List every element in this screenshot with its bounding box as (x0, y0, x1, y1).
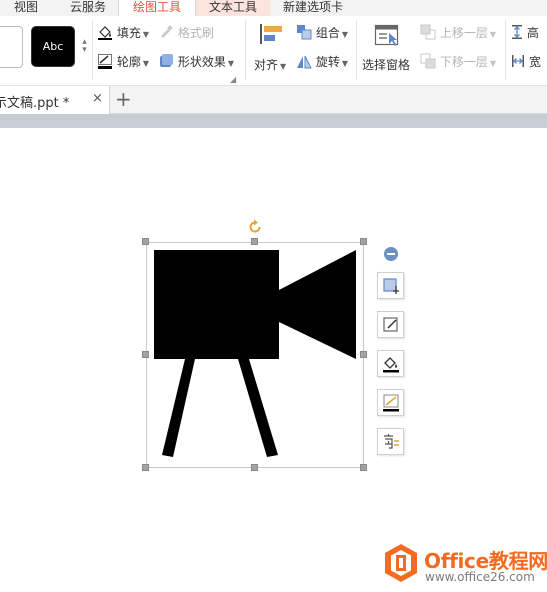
caret-down-icon: ▼ (142, 59, 149, 68)
group-button[interactable]: 组合 ▼ (296, 24, 348, 43)
outline-button[interactable]: 轮廓 ▼ (97, 53, 149, 72)
shape-effects-label: 形状效果 (177, 55, 226, 69)
ribbon-divider (356, 20, 357, 80)
text-wrap-button[interactable] (377, 428, 404, 455)
crop-shape-button[interactable] (377, 272, 404, 299)
rotate-label: 旋转 (315, 55, 340, 69)
width-icon (512, 55, 524, 67)
rotate-button[interactable]: 旋转 ▼ (296, 53, 348, 72)
resize-handle-right[interactable] (360, 351, 367, 358)
shape-style-icon (383, 317, 398, 332)
caret-down-icon: ▼ (489, 59, 496, 68)
chevron-down-icon: ▾ (82, 45, 87, 55)
new-tab-plus-icon[interactable]: + (115, 87, 132, 111)
watermark-url: www.office26.com (425, 570, 535, 584)
shape-effects-icon (160, 54, 173, 67)
menu-bar: 视图 云服务 绘图工具 文本工具 新建选项卡 (0, 0, 547, 16)
watermark: Office教程网 www.office26.com (383, 541, 547, 587)
resize-handle-top-left[interactable] (142, 238, 149, 245)
document-tab-bar: 示文稿.ppt * × + (0, 86, 547, 114)
ribbon-drawing-tools: Abc ▴ ▾ 填充 ▼ 格式刷 轮廓 ▼ 形状效果 ▼ ◢ 对齐 ▼ 组合 ▼… (0, 16, 547, 86)
align-button[interactable]: 对齐 ▼ (252, 22, 288, 80)
fill-bucket-icon (98, 26, 112, 40)
outline-label: 轮廓 (116, 55, 141, 69)
width-field[interactable]: 宽 (511, 53, 541, 70)
resize-handle-left[interactable] (142, 351, 149, 358)
group-icon (297, 25, 312, 40)
shape-style-swatch-white[interactable] (0, 26, 23, 68)
align-label: 对齐 (254, 58, 279, 72)
fill-button[interactable]: 填充 ▼ (97, 24, 149, 43)
resize-handle-top[interactable] (251, 238, 258, 245)
bring-forward-label: 上移一层 (439, 26, 488, 40)
fill-bucket-icon (383, 357, 399, 373)
tab-cloud-service[interactable]: 云服务 (64, 0, 112, 16)
send-backward-button[interactable]: 下移一层 ▼ (420, 53, 496, 72)
rotate-handle-icon[interactable] (247, 219, 263, 235)
selection-frame (146, 242, 364, 468)
shape-effects-button[interactable]: 形状效果 ▼ (158, 53, 234, 72)
outline-pen-icon (383, 394, 399, 412)
outline-pen-icon (98, 54, 112, 69)
text-wrap-icon (384, 434, 399, 449)
document-tab-label: 示文稿.ppt * (0, 96, 70, 111)
format-painter-icon (161, 25, 173, 38)
caret-down-icon: ▼ (489, 30, 496, 39)
height-label: 高 (526, 26, 539, 40)
shape-style-button[interactable] (377, 311, 404, 338)
send-backward-icon (420, 53, 436, 69)
caret-down-icon: ▼ (341, 59, 348, 68)
document-tab[interactable]: 示文稿.ppt * × (0, 86, 110, 114)
resize-handle-bottom-right[interactable] (360, 464, 367, 471)
tab-drawing-tools[interactable]: 绘图工具 (118, 0, 196, 16)
format-painter-button[interactable]: 格式刷 (158, 24, 214, 41)
resize-handle-bottom[interactable] (251, 464, 258, 471)
selection-pane-button[interactable]: 选择窗格 (362, 22, 414, 80)
height-icon (512, 25, 522, 39)
selection-pane-icon (374, 24, 399, 46)
tab-view[interactable]: 视图 (8, 0, 44, 16)
style-gallery-more-button[interactable]: ▴ ▾ (78, 38, 91, 56)
shape-outline-button[interactable] (377, 389, 404, 416)
resize-handle-bottom-left[interactable] (142, 464, 149, 471)
office-logo-icon (385, 544, 417, 582)
close-icon[interactable]: × (92, 91, 103, 106)
bring-forward-button[interactable]: 上移一层 ▼ (420, 24, 496, 43)
shape-fill-button[interactable] (377, 350, 404, 377)
crop-shape-icon (383, 278, 399, 294)
group-label: 组合 (315, 26, 340, 40)
caret-down-icon: ▼ (280, 62, 287, 71)
caret-down-icon: ▼ (341, 30, 348, 39)
height-field[interactable]: 高 (511, 24, 539, 41)
shape-style-swatch-black[interactable]: Abc (31, 26, 75, 67)
fill-label: 填充 (116, 26, 141, 40)
bring-forward-icon (420, 24, 436, 40)
wps-presentation-window: 视图 云服务 绘图工具 文本工具 新建选项卡 Abc ▴ ▾ 填充 ▼ 格式刷 … (0, 0, 547, 592)
width-label: 宽 (528, 55, 541, 69)
collapse-toolbar-icon[interactable] (384, 247, 398, 261)
selection-pane-label: 选择窗格 (362, 58, 411, 72)
caret-down-icon: ▼ (142, 30, 149, 39)
slide-area-top-border (0, 114, 547, 128)
rotate-icon (297, 55, 312, 69)
ribbon-divider (505, 20, 506, 80)
align-icon (260, 24, 282, 44)
format-painter-label: 格式刷 (177, 26, 214, 40)
tab-text-tools[interactable]: 文本工具 (196, 0, 270, 16)
ribbon-divider (92, 20, 93, 80)
ribbon-divider (245, 20, 246, 80)
caret-down-icon: ▼ (227, 59, 234, 68)
resize-handle-top-right[interactable] (360, 238, 367, 245)
tab-new-tab[interactable]: 新建选项卡 (278, 0, 348, 16)
send-backward-label: 下移一层 (439, 55, 488, 69)
